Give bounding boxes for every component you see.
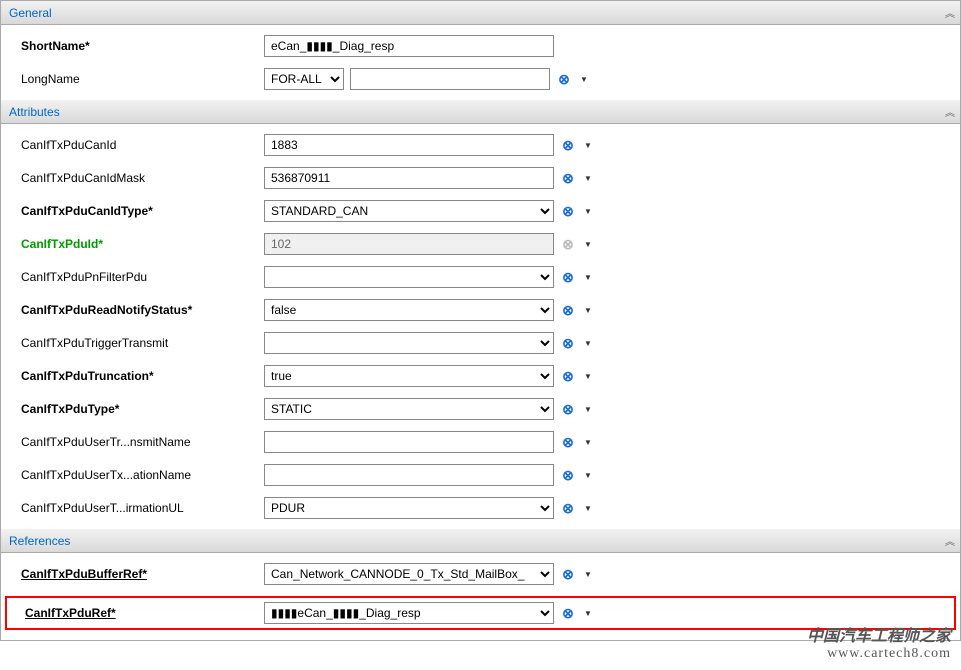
section-header-references[interactable]: References ︽ xyxy=(1,529,960,553)
dropdown-caret-icon[interactable]: ▼ xyxy=(582,438,594,447)
select-truncation[interactable]: true xyxy=(264,365,554,387)
select-triggertransmit[interactable] xyxy=(264,332,554,354)
reset-icon[interactable]: ⊗ xyxy=(560,170,576,186)
select-canidtype[interactable]: STANDARD_CAN xyxy=(264,200,554,222)
select-userirmationul[interactable]: PDUR xyxy=(264,497,554,519)
select-readnotify[interactable]: false xyxy=(264,299,554,321)
section-body-attributes: CanIfTxPduCanId ⊗ ▼ CanIfTxPduCanIdMask … xyxy=(1,124,960,529)
section-body-references: CanIfTxPduBufferRef* Can_Network_CANNODE… xyxy=(1,553,960,640)
label-bufferref[interactable]: CanIfTxPduBufferRef* xyxy=(9,567,264,581)
label-pduref[interactable]: CanIfTxPduRef* xyxy=(9,606,264,620)
dropdown-caret-icon[interactable]: ▼ xyxy=(582,240,594,249)
select-pdutype[interactable]: STATIC xyxy=(264,398,554,420)
section-body-general: ShortName* LongName FOR-ALL ⊗ ▼ xyxy=(1,25,960,100)
input-userationname[interactable] xyxy=(264,464,554,486)
dropdown-caret-icon[interactable]: ▼ xyxy=(582,306,594,315)
section-title: Attributes xyxy=(9,105,60,119)
highlighted-row-pduref: CanIfTxPduRef* ▮▮▮▮eCan_▮▮▮▮_Diag_resp ⊗… xyxy=(5,596,956,630)
dropdown-caret-icon[interactable]: ▼ xyxy=(582,570,594,579)
collapse-icon: ︽ xyxy=(945,533,952,548)
label-pduid: CanIfTxPduId* xyxy=(9,237,264,251)
reset-icon[interactable]: ⊗ xyxy=(560,467,576,483)
reset-icon[interactable]: ⊗ xyxy=(560,605,576,621)
dropdown-caret-icon[interactable]: ▼ xyxy=(582,207,594,216)
reset-icon[interactable]: ⊗ xyxy=(560,302,576,318)
section-header-general[interactable]: General ︽ xyxy=(1,1,960,25)
input-longname[interactable] xyxy=(350,68,550,90)
input-pduid xyxy=(264,233,554,255)
reset-icon[interactable]: ⊗ xyxy=(560,335,576,351)
dropdown-caret-icon[interactable]: ▼ xyxy=(582,141,594,150)
section-title: References xyxy=(9,534,70,548)
reset-icon[interactable]: ⊗ xyxy=(560,434,576,450)
input-canidmask[interactable] xyxy=(264,167,554,189)
dropdown-caret-icon[interactable]: ▼ xyxy=(582,174,594,183)
dropdown-caret-icon[interactable]: ▼ xyxy=(582,609,594,618)
reset-icon[interactable]: ⊗ xyxy=(560,137,576,153)
reset-icon[interactable]: ⊗ xyxy=(560,401,576,417)
label-shortname: ShortName* xyxy=(9,39,264,53)
label-readnotify: CanIfTxPduReadNotifyStatus* xyxy=(9,303,264,317)
input-canid[interactable] xyxy=(264,134,554,156)
dropdown-caret-icon[interactable]: ▼ xyxy=(578,75,590,84)
label-pdutype: CanIfTxPduType* xyxy=(9,402,264,416)
reset-icon[interactable]: ⊗ xyxy=(560,269,576,285)
label-userirmationul: CanIfTxPduUserT...irmationUL xyxy=(9,501,264,515)
label-pnfilter: CanIfTxPduPnFilterPdu xyxy=(9,270,264,284)
dropdown-caret-icon[interactable]: ▼ xyxy=(582,372,594,381)
dropdown-caret-icon[interactable]: ▼ xyxy=(582,273,594,282)
reset-icon[interactable]: ⊗ xyxy=(560,368,576,384)
dropdown-caret-icon[interactable]: ▼ xyxy=(582,339,594,348)
label-usertransmitname: CanIfTxPduUserTr...nsmitName xyxy=(9,435,264,449)
label-canidtype: CanIfTxPduCanIdType* xyxy=(9,204,264,218)
input-usertransmitname[interactable] xyxy=(264,431,554,453)
dropdown-caret-icon[interactable]: ▼ xyxy=(582,504,594,513)
reset-icon[interactable]: ⊗ xyxy=(560,500,576,516)
label-triggertransmit: CanIfTxPduTriggerTransmit xyxy=(9,336,264,350)
label-longname: LongName xyxy=(9,72,264,86)
collapse-icon: ︽ xyxy=(945,5,952,20)
reset-icon[interactable]: ⊗ xyxy=(560,566,576,582)
reset-icon[interactable]: ⊗ xyxy=(560,203,576,219)
watermark-line2: www.cartech8.com xyxy=(807,646,951,662)
dropdown-caret-icon[interactable]: ▼ xyxy=(582,471,594,480)
select-pduref[interactable]: ▮▮▮▮eCan_▮▮▮▮_Diag_resp xyxy=(264,602,554,624)
select-pnfilter[interactable] xyxy=(264,266,554,288)
section-title: General xyxy=(9,6,52,20)
label-canid: CanIfTxPduCanId xyxy=(9,138,264,152)
reset-icon[interactable]: ⊗ xyxy=(556,71,572,87)
section-header-attributes[interactable]: Attributes ︽ xyxy=(1,100,960,124)
select-longname-lang[interactable]: FOR-ALL xyxy=(264,68,344,90)
reset-icon: ⊗ xyxy=(560,236,576,252)
label-truncation: CanIfTxPduTruncation* xyxy=(9,369,264,383)
select-bufferref[interactable]: Can_Network_CANNODE_0_Tx_Std_MailBox_ xyxy=(264,563,554,585)
collapse-icon: ︽ xyxy=(945,104,952,119)
label-userationname: CanIfTxPduUserTx...ationName xyxy=(9,468,264,482)
dropdown-caret-icon[interactable]: ▼ xyxy=(582,405,594,414)
label-canidmask: CanIfTxPduCanIdMask xyxy=(9,171,264,185)
input-shortname[interactable] xyxy=(264,35,554,57)
